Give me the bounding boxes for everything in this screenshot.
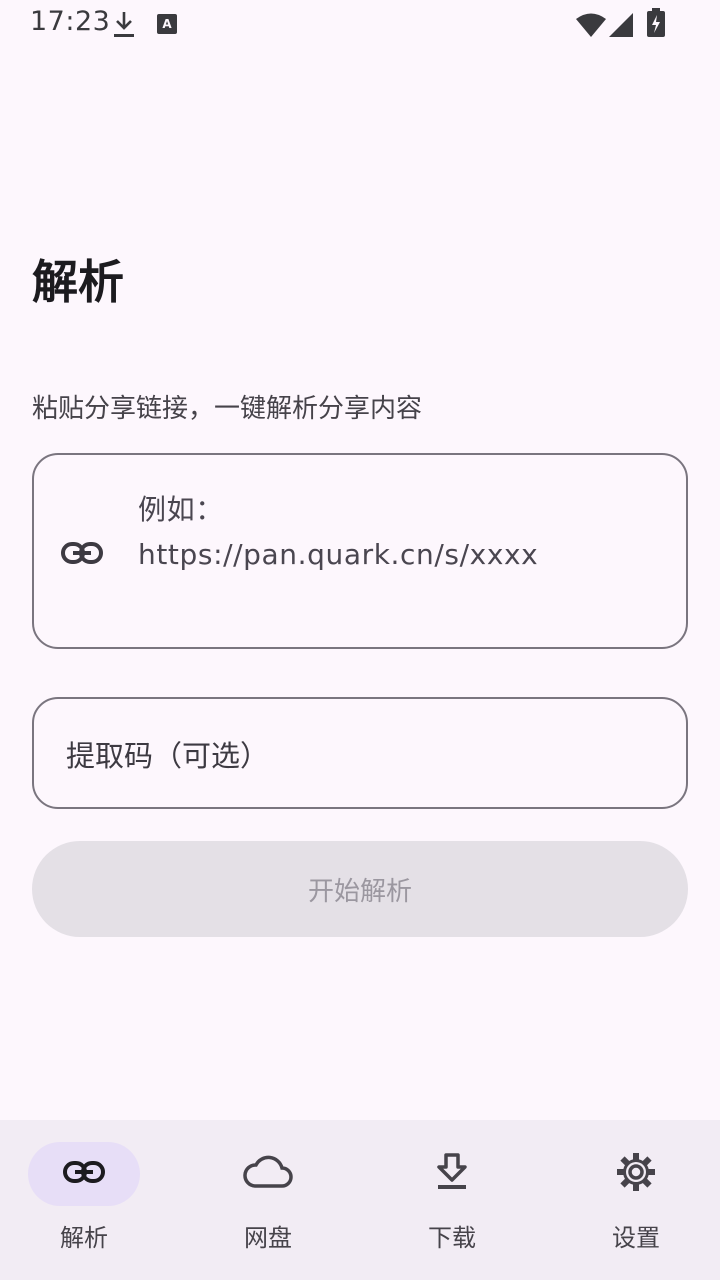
nav-label-cloud-drive: 网盘 — [244, 1224, 292, 1252]
svg-text:A: A — [162, 17, 172, 31]
nav-item-cloud-drive[interactable]: 网盘 — [203, 1142, 333, 1262]
battery-charging-icon — [646, 8, 666, 42]
link-icon — [62, 1157, 106, 1191]
nav-item-download[interactable]: 下载 — [387, 1142, 517, 1262]
nav-label-download: 下载 — [428, 1224, 476, 1252]
gear-icon — [615, 1151, 657, 1197]
keyboard-a-icon: A — [156, 13, 178, 39]
nav-icon-container — [580, 1142, 692, 1206]
status-bar: 17:23 A — [0, 0, 720, 48]
page-title: 解析 — [32, 255, 124, 309]
nav-icon-container — [396, 1142, 508, 1206]
nav-item-settings[interactable]: 设置 — [571, 1142, 701, 1262]
nav-label-settings: 设置 — [612, 1224, 660, 1252]
extraction-code-input[interactable]: 提取码（可选） — [32, 697, 688, 809]
screen: 17:23 A 解析 粘贴分享链接，一键解析分享内容 例如： https://p… — [0, 0, 720, 1280]
extraction-code-placeholder: 提取码（可选） — [66, 739, 270, 773]
link-icon — [60, 537, 104, 573]
nav-icon-container — [212, 1142, 324, 1206]
signal-icon — [608, 12, 634, 42]
share-link-input[interactable]: 例如： https://pan.quark.cn/s/xxxx — [32, 453, 688, 649]
page-subtitle: 粘贴分享链接，一键解析分享内容 — [32, 394, 423, 424]
status-time: 17:23 — [30, 6, 111, 37]
nav-item-parse[interactable]: 解析 — [19, 1142, 149, 1262]
start-parse-button[interactable]: 开始解析 — [32, 841, 688, 937]
bottom-nav: 解析 网盘 下载 设置 — [0, 1120, 720, 1280]
download-icon — [112, 10, 136, 44]
nav-active-indicator — [28, 1142, 140, 1206]
wifi-icon — [575, 12, 607, 42]
nav-label-parse: 解析 — [60, 1224, 108, 1252]
share-link-placeholder: 例如： https://pan.quark.cn/s/xxxx — [138, 493, 539, 571]
cloud-icon — [243, 1155, 293, 1193]
download-icon — [435, 1153, 469, 1195]
